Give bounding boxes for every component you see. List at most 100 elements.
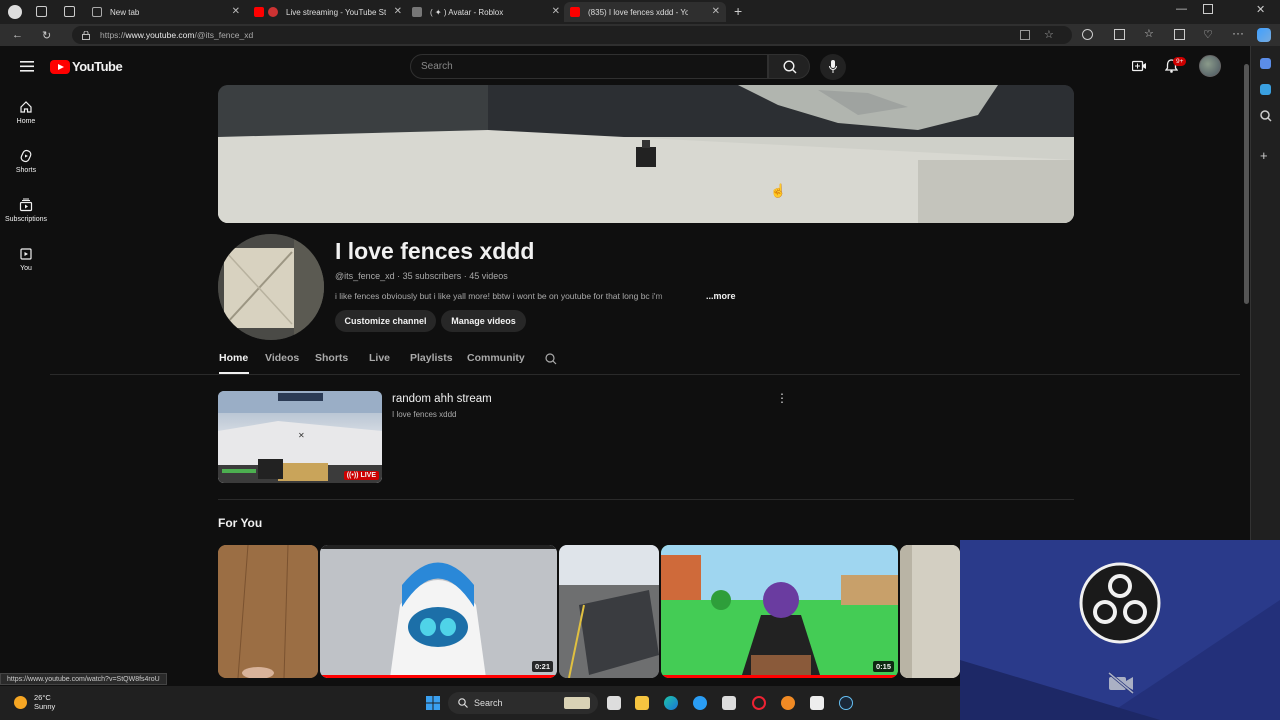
tab-home[interactable]: Home [219, 352, 248, 364]
youtube-play-icon [50, 59, 70, 74]
app-available-icon[interactable] [1020, 30, 1030, 40]
tab-roblox[interactable]: ( ✦ ) Avatar - Roblox ✕ [406, 2, 566, 22]
channel-search-icon[interactable] [545, 353, 557, 365]
tab-youtube-studio[interactable]: Live streaming - YouTube Studio ✕ [248, 2, 408, 22]
tab-channel[interactable]: (835) I love fences xddd - YouTube ✕ [564, 2, 726, 22]
workspaces-icon[interactable] [36, 6, 47, 17]
featured-thumbnail-image: ✕ [218, 391, 382, 483]
guide-label: Home [16, 118, 36, 125]
youtube-icon [570, 7, 580, 17]
task-view-icon[interactable] [607, 696, 621, 710]
section-divider [218, 499, 1074, 500]
taskbar-search[interactable]: Search [448, 692, 598, 714]
featured-channel-name[interactable]: I love fences xddd [392, 410, 456, 419]
blender-icon[interactable] [781, 696, 795, 710]
telegram-icon[interactable] [1260, 84, 1271, 95]
voice-search-button[interactable] [820, 54, 846, 80]
create-icon[interactable] [1132, 60, 1147, 72]
new-tab-icon[interactable]: + [734, 3, 742, 19]
edge-beta-icon[interactable] [693, 696, 707, 710]
add-sidebar-icon[interactable]: + [1260, 148, 1268, 163]
for-you-short-2[interactable] [559, 545, 659, 678]
windows-start-icon[interactable] [426, 696, 440, 710]
account-avatar[interactable] [1199, 55, 1221, 77]
watch-progress-bar [320, 675, 557, 678]
back-icon[interactable]: ← [12, 29, 23, 41]
notification-count-badge: 9+ [1173, 57, 1187, 66]
for-you-short-3[interactable] [900, 545, 960, 678]
profile-icon[interactable] [8, 5, 22, 19]
close-icon[interactable]: ✕ [712, 6, 720, 17]
refresh-icon[interactable]: ↻ [42, 29, 51, 42]
tab-new-tab[interactable]: New tab ✕ [86, 2, 246, 22]
for-you-video-1[interactable]: 0:21 [320, 545, 557, 678]
steam-icon[interactable] [839, 696, 853, 710]
tab-community[interactable]: Community [467, 352, 525, 364]
url-field[interactable]: https://www.youtube.com/@its_fence_xd ☆ [72, 26, 1072, 44]
search-highlight-icon [564, 697, 590, 709]
more-options-icon[interactable]: ⋮ [776, 391, 788, 405]
shopping-icon[interactable] [1260, 58, 1271, 69]
search-input[interactable] [411, 55, 767, 78]
split-screen-icon[interactable] [1114, 29, 1125, 40]
taskbar-search-label: Search [474, 698, 503, 708]
favorite-star-icon[interactable]: ☆ [1044, 28, 1054, 41]
guide-item-home[interactable]: Home [4, 100, 48, 125]
tab-actions-icon[interactable] [64, 6, 75, 17]
guide-item-shorts[interactable]: Shorts [4, 149, 48, 174]
guide-item-subscriptions[interactable]: Subscriptions [4, 198, 48, 223]
video-2-thumbnail [661, 545, 898, 678]
weather-temp: 26°C [34, 693, 51, 702]
search-icon [783, 60, 797, 74]
page-scrollbar[interactable] [1244, 64, 1249, 304]
customize-channel-button[interactable]: Customize channel [335, 310, 436, 332]
description-more-link[interactable]: ...more [706, 291, 736, 301]
featured-video-thumbnail[interactable]: ✕ ((•)) LIVE [218, 391, 382, 483]
manage-videos-button[interactable]: Manage videos [441, 310, 526, 332]
channel-banner[interactable]: ☝ [218, 85, 1074, 223]
file-explorer-icon[interactable] [635, 696, 649, 710]
video-1-thumbnail [320, 545, 557, 678]
close-icon[interactable]: ✕ [552, 6, 560, 17]
close-icon[interactable]: ✕ [394, 6, 402, 17]
channel-avatar[interactable] [218, 234, 324, 340]
banner-image [218, 85, 1074, 223]
tab-shorts[interactable]: Shorts [315, 352, 348, 364]
channel-description[interactable]: i like fences obviously but i like yall … [335, 291, 705, 301]
roblox-studio-icon[interactable] [810, 696, 824, 710]
collections-icon[interactable] [1174, 29, 1185, 40]
copilot-icon[interactable] [1257, 28, 1271, 42]
edge-icon[interactable] [664, 696, 678, 710]
guide-item-you[interactable]: You [4, 247, 48, 272]
search-field[interactable] [410, 54, 768, 79]
youtube-logo[interactable]: YouTube [50, 59, 123, 74]
favorites-icon[interactable]: ☆ [1144, 27, 1154, 40]
close-icon[interactable]: ✕ [232, 6, 240, 17]
tab-live[interactable]: Live [369, 352, 390, 364]
youtube-icon [254, 7, 264, 17]
url-path: /@its_fence_xd [194, 30, 254, 40]
store-icon[interactable] [722, 696, 736, 710]
more-menu-icon[interactable]: ··· [1232, 26, 1244, 40]
you-icon [20, 248, 32, 260]
hamburger-menu-icon[interactable] [20, 61, 34, 72]
tab-playlists[interactable]: Playlists [410, 352, 453, 364]
duration-badge: 0:15 [872, 661, 894, 672]
for-you-video-2[interactable]: 0:15 [661, 545, 898, 678]
shorts-icon [20, 149, 32, 163]
featured-video-title[interactable]: random ahh stream [392, 393, 492, 405]
maximize-icon[interactable] [1203, 4, 1213, 14]
minimize-icon[interactable]: — [1176, 3, 1187, 15]
for-you-short-1[interactable] [218, 545, 318, 678]
live-icon [268, 7, 278, 17]
weather-widget[interactable]: 26°C Sunny [14, 693, 55, 711]
browser-essentials-icon[interactable]: ♡ [1203, 28, 1213, 41]
url-text: https://www.youtube.com/@its_fence_xd [100, 30, 253, 40]
window-close-icon[interactable]: ✕ [1256, 3, 1265, 16]
extensions-icon[interactable] [1082, 29, 1093, 40]
search-icon[interactable] [1260, 110, 1272, 122]
tab-videos[interactable]: Videos [265, 352, 299, 364]
for-you-heading: For You [218, 516, 263, 530]
opera-icon[interactable] [752, 696, 766, 710]
search-button[interactable] [768, 54, 810, 79]
